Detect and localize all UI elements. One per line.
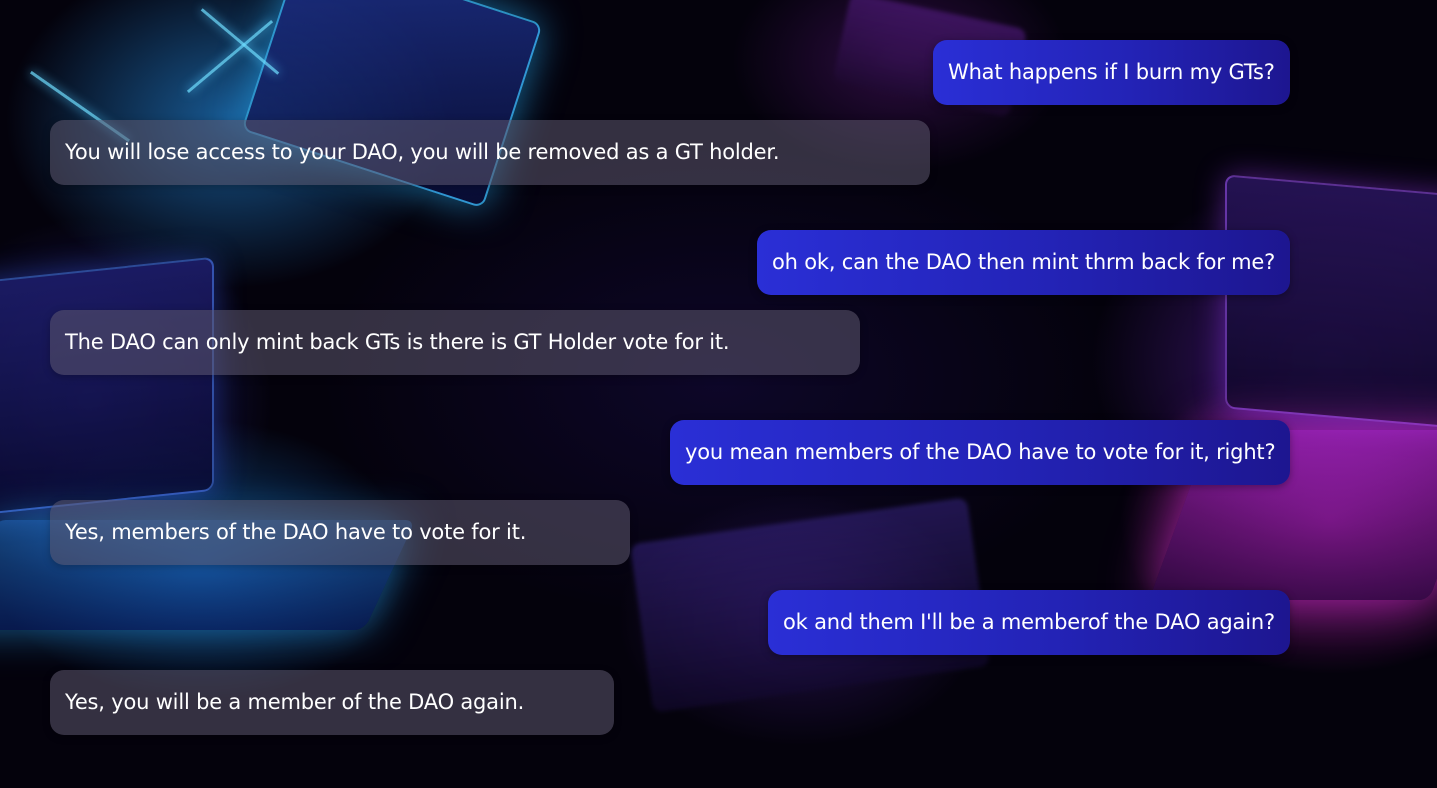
user-message: ok and them I'll be a memberof the DAO a… xyxy=(768,590,1290,655)
bot-message: The DAO can only mint back GTs is there … xyxy=(50,310,860,375)
background-glow-line xyxy=(186,19,274,94)
background-glow-line xyxy=(200,8,280,75)
bot-message: You will lose access to your DAO, you wi… xyxy=(50,120,930,185)
bot-message: Yes, members of the DAO have to vote for… xyxy=(50,500,630,565)
user-message: oh ok, can the DAO then mint thrm back f… xyxy=(757,230,1291,295)
chat-screen: What happens if I burn my GTs? You will … xyxy=(0,0,1437,788)
user-message: What happens if I burn my GTs? xyxy=(933,40,1290,105)
bot-message: Yes, you will be a member of the DAO aga… xyxy=(50,670,614,735)
user-message: you mean members of the DAO have to vote… xyxy=(670,420,1291,485)
background-laptop-left xyxy=(0,256,214,518)
background-laptop-right xyxy=(1225,174,1437,430)
